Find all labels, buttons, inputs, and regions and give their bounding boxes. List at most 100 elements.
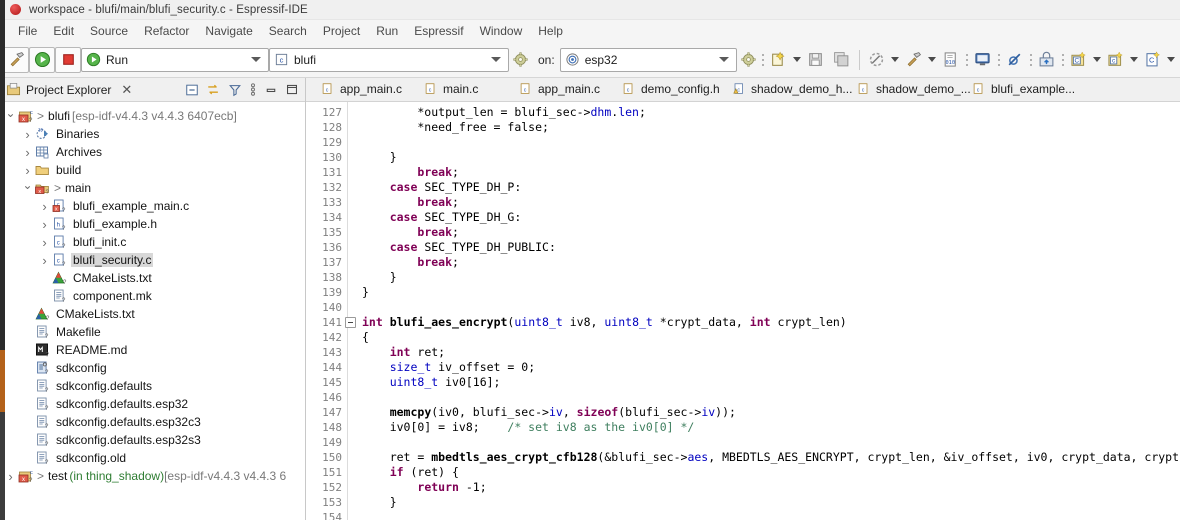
svg-text:c: c: [280, 56, 284, 65]
chevron-right-icon[interactable]: [38, 217, 51, 232]
svg-text:?: ?: [45, 370, 49, 376]
project-tree[interactable]: xc?> blufi [esp-idf-v4.4.3 v4.4.3 6407ec…: [0, 102, 305, 485]
project-combo[interactable]: c blufi: [269, 47, 509, 72]
editor-tab-0[interactable]: c app_main.c: [310, 78, 413, 101]
collapse-all-icon[interactable]: [185, 83, 199, 97]
new-c-file-icon[interactable]: c: [1103, 47, 1129, 73]
tree-item-blufi-init-c[interactable]: c? blufi_init.c: [0, 233, 305, 251]
chevron-down-icon[interactable]: [491, 57, 501, 62]
menu-navigate[interactable]: Navigate: [197, 22, 260, 40]
chevron-down-icon[interactable]: [21, 181, 34, 195]
tree-item-archives[interactable]: Archives: [0, 143, 305, 161]
toolbar-drag-handle[interactable]: [1060, 49, 1066, 71]
tree-item-blufi-example-h[interactable]: h? blufi_example.h: [0, 215, 305, 233]
binary-file-icon[interactable]: 010: [938, 47, 964, 73]
menu-file[interactable]: File: [10, 22, 45, 40]
menu-refactor[interactable]: Refactor: [136, 22, 197, 40]
tree-item-binaries[interactable]: 10 Binaries: [0, 125, 305, 143]
chevron-down-icon[interactable]: [1166, 57, 1175, 62]
view-filter-icon[interactable]: [228, 83, 242, 97]
editor-tab-5[interactable]: c shadow_demo_...: [846, 78, 971, 101]
tree-item-sdkconfig-defaults-esp32[interactable]: ? sdkconfig.defaults.esp32: [0, 395, 305, 413]
new-c-source-icon[interactable]: C: [1140, 47, 1166, 73]
tree-item-sdkconfig-defaults-esp32s3[interactable]: ? sdkconfig.defaults.esp32s3: [0, 431, 305, 449]
editor-tab-2[interactable]: c app_main.c: [508, 78, 611, 101]
tree-item-cmakelists-txt[interactable]: ? CMakeLists.txt: [0, 305, 305, 323]
target-combo[interactable]: esp32: [559, 47, 737, 72]
code-line: return -1;: [417, 480, 487, 494]
svg-text:c: c: [524, 87, 527, 93]
menu-help[interactable]: Help: [530, 22, 571, 40]
tree-item-main[interactable]: x?> main: [0, 179, 305, 197]
gear-icon[interactable]: [741, 52, 756, 67]
code-text[interactable]: *output_len = blufi_sec->dhm.len; *need_…: [348, 102, 1180, 520]
tree-item-test[interactable]: xc?> test (in thing_shadow) [esp-idf-v4.…: [0, 467, 305, 485]
save-icon[interactable]: [803, 47, 829, 73]
chevron-down-icon[interactable]: [1092, 57, 1101, 62]
chevron-down-icon[interactable]: [718, 57, 729, 62]
chevron-down-icon[interactable]: [251, 57, 261, 62]
open-perspective-icon[interactable]: [1034, 47, 1060, 73]
toolbar-drag-handle[interactable]: [964, 49, 970, 71]
stop-red-square-icon[interactable]: [55, 46, 81, 73]
chevron-down-icon[interactable]: [1129, 57, 1138, 62]
chevron-right-icon[interactable]: [38, 235, 51, 250]
tree-item-sdkconfig-defaults[interactable]: ? sdkconfig.defaults: [0, 377, 305, 395]
skip-breakpoints-icon[interactable]: [1002, 47, 1028, 73]
link-with-editor-icon[interactable]: [206, 83, 221, 97]
gear-icon[interactable]: [513, 52, 528, 67]
launch-mode-label: Run: [106, 52, 129, 67]
chevron-right-icon[interactable]: [38, 199, 51, 214]
tree-item-sdkconfig[interactable]: ? sdkconfig: [0, 359, 305, 377]
launch-mode-combo[interactable]: Run: [81, 47, 269, 72]
editor-tab-4[interactable]: c shadow_demo_h...: [721, 78, 852, 101]
menu-source[interactable]: Source: [82, 22, 136, 40]
build-all-icon[interactable]: [864, 47, 890, 73]
toolbar-drag-handle[interactable]: [760, 49, 766, 71]
tree-item-build[interactable]: build: [0, 161, 305, 179]
tree-item-component-mk[interactable]: ? component.mk: [0, 287, 305, 305]
tab-project-explorer[interactable]: Project Explorer ✕: [6, 78, 132, 102]
chevron-down-icon[interactable]: [4, 109, 17, 123]
main-toolbar: Run c blufi on: esp32 010 C c C: [0, 42, 1180, 78]
maximize-icon[interactable]: [285, 83, 299, 96]
close-icon[interactable]: ✕: [121, 83, 132, 96]
menu-search[interactable]: Search: [261, 22, 315, 40]
save-all-icon[interactable]: [829, 47, 855, 73]
chevron-down-icon[interactable]: [890, 57, 899, 62]
hammer-build-icon[interactable]: [901, 47, 927, 73]
chevron-down-icon[interactable]: [927, 57, 936, 62]
menu-window[interactable]: Window: [472, 22, 531, 40]
chevron-right-icon[interactable]: [4, 469, 17, 484]
menu-run[interactable]: Run: [368, 22, 406, 40]
chevron-right-icon[interactable]: [21, 145, 34, 160]
chevron-right-icon[interactable]: [38, 253, 51, 268]
new-file-icon[interactable]: [766, 47, 792, 73]
new-c-class-icon[interactable]: C: [1066, 47, 1092, 73]
editor-tab-3[interactable]: c demo_config.h: [611, 78, 721, 101]
chevron-down-icon[interactable]: [792, 57, 801, 62]
chevron-right-icon[interactable]: [21, 163, 34, 178]
code-editor[interactable]: 127 128 129 130 131 132 133 134 135 136 137 138 139 1…: [306, 102, 1180, 520]
editor-tab-1[interactable]: c main.c: [413, 78, 508, 101]
hammer-build-icon[interactable]: [3, 46, 29, 73]
view-menu-icon[interactable]: [249, 82, 257, 97]
menu-espressif[interactable]: Espressif: [406, 22, 471, 40]
menu-edit[interactable]: Edit: [45, 22, 82, 40]
tree-item-makefile[interactable]: ? Makefile: [0, 323, 305, 341]
toolbar-drag-handle[interactable]: [1028, 49, 1034, 71]
tree-item-blufi[interactable]: xc?> blufi [esp-idf-v4.4.3 v4.4.3 6407ec…: [0, 107, 305, 125]
run-green-play-icon[interactable]: [29, 46, 55, 73]
menu-project[interactable]: Project: [315, 22, 368, 40]
tree-item-cmakelists-txt[interactable]: ? CMakeLists.txt: [0, 269, 305, 287]
tree-item-blufi-security-c[interactable]: c?blufi_security.c: [0, 251, 305, 269]
tree-item-blufi-example-main-c[interactable]: cx? blufi_example_main.c: [0, 197, 305, 215]
open-terminal-icon[interactable]: [970, 47, 996, 73]
tree-item-sdkconfig-defaults-esp32c3[interactable]: ? sdkconfig.defaults.esp32c3: [0, 413, 305, 431]
tree-item-sdkconfig-old[interactable]: ? sdkconfig.old: [0, 449, 305, 467]
minimize-icon[interactable]: [264, 84, 278, 96]
tree-item-readme-md[interactable]: ? README.md: [0, 341, 305, 359]
chevron-right-icon[interactable]: [21, 127, 34, 142]
editor-tab-6[interactable]: c blufi_example...: [961, 78, 1081, 101]
toolbar-drag-handle[interactable]: [996, 49, 1002, 71]
